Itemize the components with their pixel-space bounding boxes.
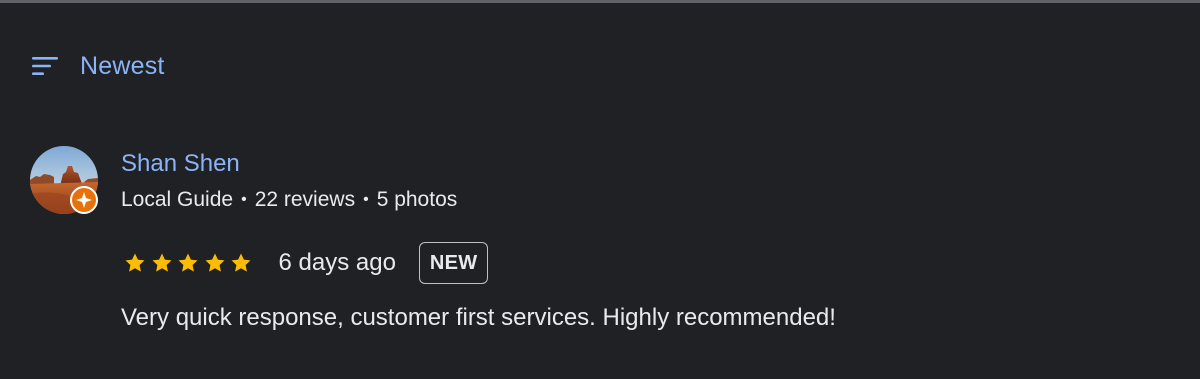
sort-label: Newest [80, 51, 165, 80]
star-icon [178, 253, 198, 272]
avatar[interactable] [30, 146, 98, 214]
review-count: 22 reviews [254, 188, 356, 211]
new-badge: NEW [418, 242, 489, 284]
separator-dot: • [241, 191, 247, 208]
sort-icon [32, 57, 58, 75]
local-guide-label: Local Guide [121, 188, 234, 211]
local-guide-badge-icon [70, 186, 98, 214]
review-date: 6 days ago [278, 249, 396, 276]
top-border [0, 0, 1200, 3]
star-rating [122, 251, 255, 275]
star-icon [231, 253, 251, 272]
star-icon [205, 253, 224, 272]
review-text: Very quick response, customer first serv… [121, 304, 836, 331]
star-icon [125, 253, 145, 272]
rating-row: 6 days ago NEW [122, 240, 489, 286]
reviewer-meta: Local Guide • 22 reviews • 5 photos [121, 188, 457, 212]
separator-dot: • [363, 191, 369, 208]
star-icon [152, 253, 171, 272]
reviewer-name[interactable]: Shan Shen [121, 150, 240, 178]
sort-button[interactable]: Newest [32, 50, 165, 82]
photo-count: 5 photos [376, 188, 458, 211]
